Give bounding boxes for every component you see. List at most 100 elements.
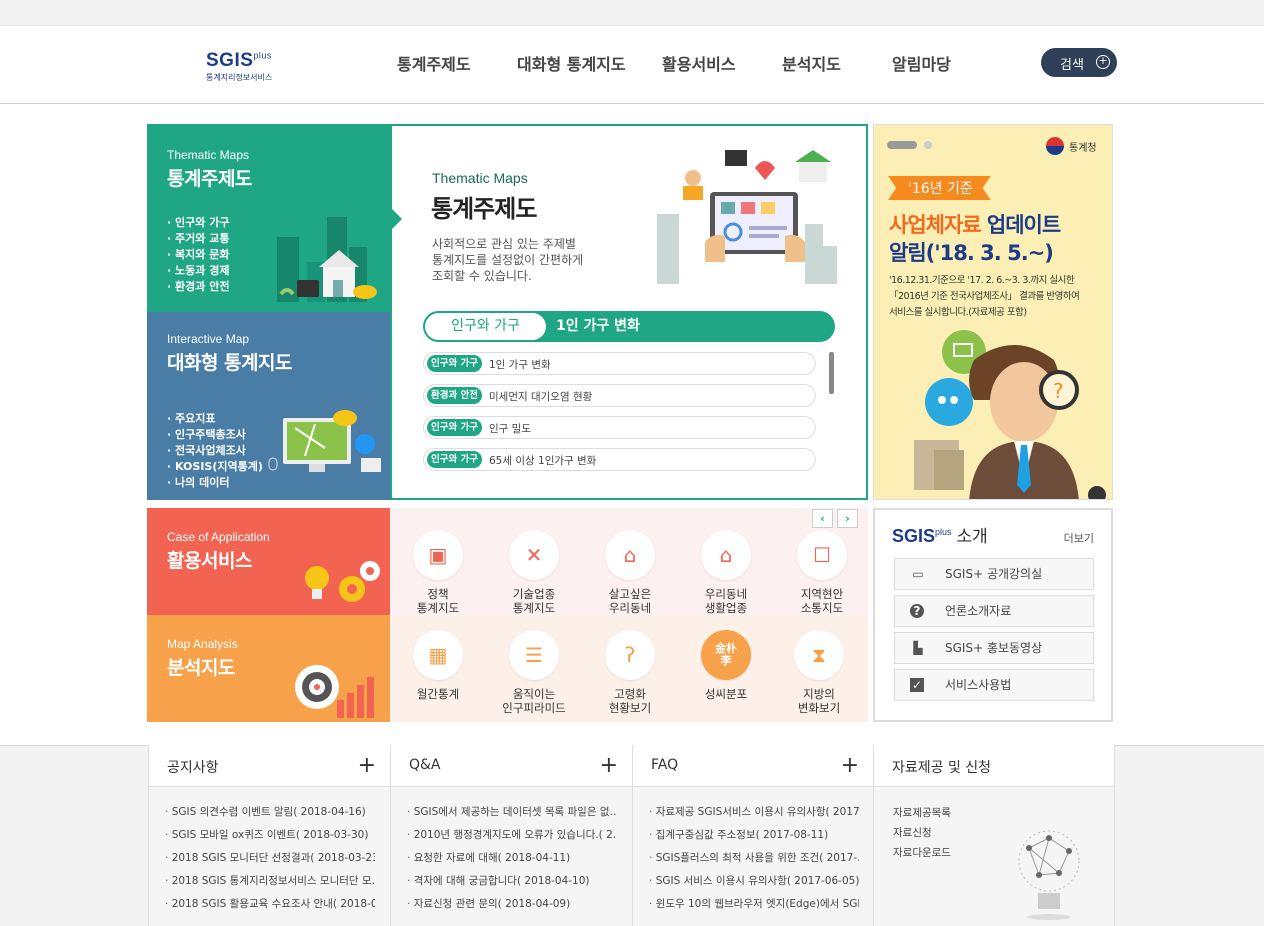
- board-item[interactable]: SGIS플러스의 최적 사용을 위한 조건( 2017-…: [649, 847, 859, 870]
- service-item[interactable]: ▣ 정책 통계지도: [398, 530, 478, 615]
- desc-line: '16.12.31.기준으로 '17. 2. 6.~3. 3.까지 실시한: [889, 275, 1075, 286]
- surname-icon: 金朴 李: [701, 630, 751, 680]
- nav-notice[interactable]: 알림마당: [892, 51, 951, 74]
- logo[interactable]: SGISplus 통계지리정보서비스: [206, 50, 296, 86]
- thematic-tile[interactable]: Thematic Maps 통계주제도 인구와 가구 주거와 교통 복지와 문화…: [147, 124, 390, 312]
- service-item[interactable]: ☐ 지역현안 소통지도: [782, 530, 862, 615]
- logo-sup: plus: [253, 50, 272, 61]
- board-item[interactable]: SGIS 의견수렴 이벤트 알림( 2018-04-16): [165, 801, 375, 824]
- service-label: 기술업종: [512, 587, 556, 601]
- data-request-board: 자료제공 및 신청 자료제공목록 자료신청 자료다운로드: [873, 745, 1115, 926]
- analysis-label: 인구피라미드: [502, 701, 566, 715]
- bar-chart-icon: ▙: [913, 641, 923, 655]
- analysis-item[interactable]: ⧗ 지방의 변화보기: [779, 630, 859, 715]
- analysis-item[interactable]: ☰ 움직이는 인구피라미드: [494, 630, 574, 715]
- promo-banner[interactable]: 통계청 '16년 기준 사업체자료 업데이트 알림('18. 3. 5.~) '…: [873, 124, 1113, 500]
- analysis-item[interactable]: 金朴 李 성씨분포: [686, 630, 766, 701]
- plus-icon: +: [1096, 55, 1110, 69]
- lightbulb-gear-icon: [305, 561, 380, 602]
- slide-indicator-active[interactable]: [887, 141, 917, 149]
- tools-icon: ✕: [509, 530, 559, 580]
- nav-thematic[interactable]: 통계주제도: [397, 51, 471, 74]
- plus-icon[interactable]: +: [841, 753, 859, 778]
- theme-list-item[interactable]: 인구와 가구 65세 이상 1인가구 변화: [423, 448, 816, 471]
- lecture-room-button[interactable]: ▭ SGIS+ 공개강의실: [894, 558, 1094, 590]
- item-title: 65세 이상 1인가구 변화: [489, 455, 597, 467]
- panel-title-ko: 통계주제도: [431, 195, 537, 223]
- panel-title-en: Thematic Maps: [432, 170, 528, 186]
- board-item[interactable]: 집계구중심값 주소정보( 2017-08-11): [649, 824, 859, 847]
- banner-description: '16.12.31.기준으로 '17. 2. 6.~3. 3.까지 실시한 「2…: [889, 273, 1111, 321]
- category-badge: 인구와 가구: [427, 451, 483, 468]
- service-item[interactable]: ⌂ 우리동네 생활업종: [686, 530, 766, 615]
- intro-title: SGISplus 소개: [892, 522, 988, 547]
- board-item[interactable]: SGIS 서비스 이용시 유의사항( 2017-06-05): [649, 870, 859, 893]
- tab-population[interactable]: 인구와 가구: [425, 313, 546, 340]
- top-strip: [0, 0, 1264, 26]
- item-title: 미세먼지 대기오염 현황: [489, 391, 593, 403]
- board-item[interactable]: 격자에 대해 궁금합니다( 2018-04-10): [407, 870, 617, 893]
- board-item[interactable]: 2018 SGIS 활용교육 수요조사 안내( 2018-0…: [165, 893, 375, 916]
- board-item[interactable]: 자료신청 관련 문의( 2018-04-09): [407, 893, 617, 916]
- sgis-intro-panel: SGISplus 소개 더보기 ▭ SGIS+ 공개강의실 ? 언론소개자료 ▙ SG…: [873, 508, 1113, 722]
- service-item[interactable]: ⌂ 살고싶은 우리동네: [590, 530, 670, 615]
- button-label: 언론소개자료: [945, 604, 1012, 618]
- pyramid-icon: ☰: [509, 630, 559, 680]
- board-item[interactable]: 2018 SGIS 통계지리정보서비스 모니터단 모…: [165, 870, 375, 893]
- list-scrollbar[interactable]: [829, 352, 834, 394]
- board-item[interactable]: SGIS 모바일 ox퀴즈 이벤트( 2018-03-30): [165, 824, 375, 847]
- service-label: 정책: [427, 587, 449, 601]
- board-item[interactable]: 2010년 행정경계지도에 오류가 있습니다.( 2…: [407, 824, 617, 847]
- banner-tag: '16년 기준: [888, 176, 991, 200]
- board-item[interactable]: 2018 SGIS 모니터단 선정결과( 2018-03-23): [165, 847, 375, 870]
- nav-interactive[interactable]: 대화형 통계지도: [517, 51, 626, 74]
- nav-analysis[interactable]: 분석지도: [782, 51, 841, 74]
- analysis-item[interactable]: ▦ 월간통계: [398, 630, 478, 701]
- businessman-illustration-icon: ?: [914, 330, 1106, 499]
- usage-guide-button[interactable]: ✓ 서비스사용법: [894, 669, 1094, 701]
- plus-icon[interactable]: +: [358, 753, 376, 778]
- chart-monitor-icon: ▣: [413, 530, 463, 580]
- nav-services[interactable]: 활용서비스: [662, 51, 736, 74]
- board-item[interactable]: SGIS에서 제공하는 데이터셋 목록 파일은 없…: [407, 801, 617, 824]
- more-link[interactable]: 더보기: [1064, 530, 1094, 546]
- analysis-en: Map Analysis: [167, 637, 238, 651]
- tab-title: 1인 가구 변화: [556, 318, 640, 334]
- board-title: 자료제공 및 신청: [892, 760, 992, 776]
- data-link[interactable]: 자료다운로드: [893, 843, 951, 863]
- service-label: 통계지도: [416, 601, 460, 615]
- theme-list-item[interactable]: 인구와 가구 1인 가구 변화: [423, 352, 816, 375]
- desc-line: 사회적으로 관심 있는 주제별: [432, 237, 576, 251]
- monitor-icon: ▭: [912, 567, 924, 581]
- item-title: 1인 가구 변화: [489, 359, 551, 371]
- next-page-button[interactable]: ›: [837, 509, 858, 528]
- city-illustration-icon: [277, 217, 377, 302]
- plus-icon[interactable]: +: [600, 753, 618, 778]
- interactive-en: Interactive Map: [167, 332, 250, 346]
- analysis-tile[interactable]: Map Analysis 분석지도: [147, 615, 390, 722]
- slide-indicator[interactable]: [924, 141, 932, 149]
- board-item[interactable]: 윈도우 10의 웹브라우저 엣지(Edge)에서 SGI…: [649, 893, 859, 916]
- prev-page-button[interactable]: ‹: [812, 509, 833, 528]
- search-button[interactable]: 검색 +: [1041, 48, 1117, 77]
- panel-pointer: [390, 207, 402, 231]
- hourglass-icon: ⧗: [794, 630, 844, 680]
- application-tile[interactable]: Case of Application 활용서비스: [147, 508, 390, 615]
- service-item[interactable]: ✕ 기술업종 통계지도: [494, 530, 574, 615]
- press-button[interactable]: ? 언론소개자료: [894, 595, 1094, 627]
- data-link[interactable]: 자료신청: [893, 823, 951, 843]
- board-item[interactable]: 요청한 자료에 대해( 2018-04-11): [407, 847, 617, 870]
- thematic-en: Thematic Maps: [167, 148, 250, 162]
- interactive-tile[interactable]: Interactive Map 대화형 통계지도 주요지표 인구주택총조사 전국…: [147, 312, 390, 500]
- service-label: 우리동네: [608, 601, 652, 615]
- data-link[interactable]: 자료제공목록: [893, 803, 951, 823]
- button-label: 서비스사용법: [945, 678, 1012, 692]
- promo-video-button[interactable]: ▙ SGIS+ 홍보동영상: [894, 632, 1094, 664]
- tablet-illustration-icon: [657, 150, 837, 284]
- theme-list-item[interactable]: 환경과 안전 미세먼지 대기오염 현황: [423, 384, 816, 407]
- analysis-item[interactable]: ʔ 고령화 현황보기: [590, 630, 670, 715]
- banner-title-highlight: 사업체자료: [889, 213, 982, 237]
- analysis-label: 월간통계: [416, 687, 460, 701]
- theme-list-item[interactable]: 인구와 가구 인구 밀도: [423, 416, 816, 439]
- board-item[interactable]: 자료제공 SGIS서비스 이용시 유의사항( 2017…: [649, 801, 859, 824]
